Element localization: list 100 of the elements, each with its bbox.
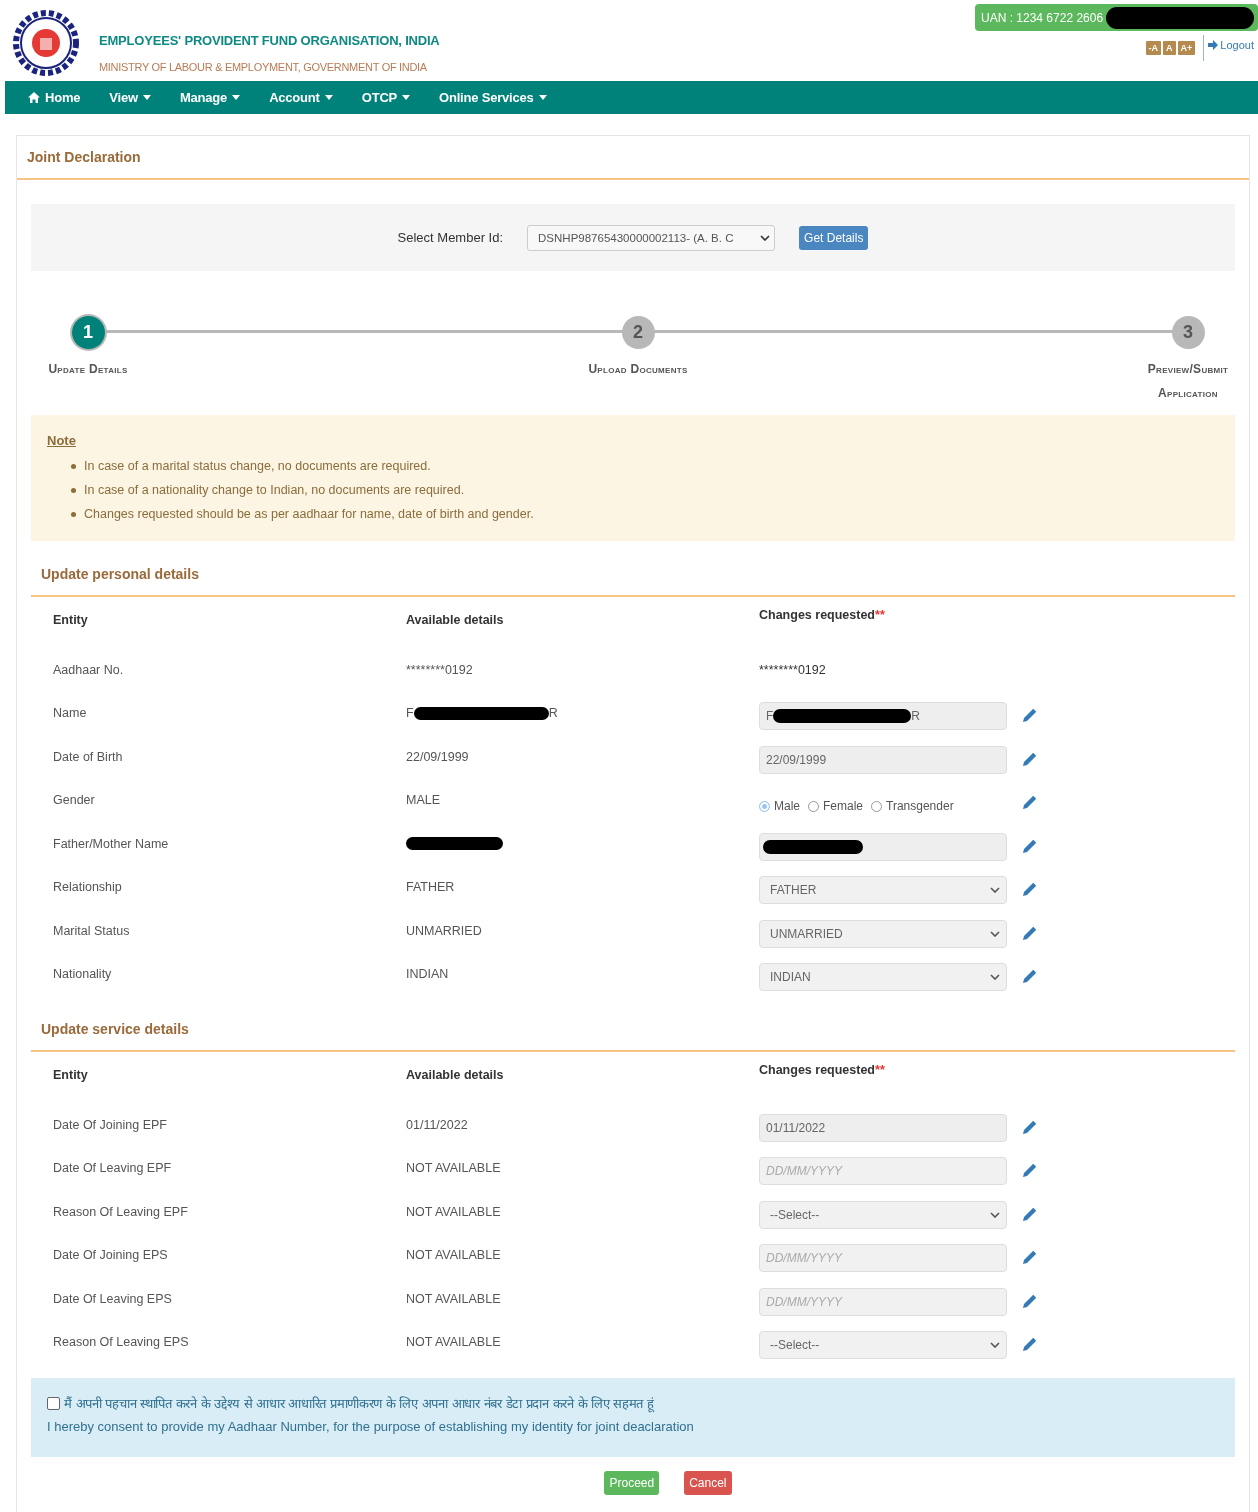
section-heading: Update personal details (31, 566, 1235, 597)
available-value: ********0192 (406, 662, 473, 677)
available-value: MALE (406, 793, 441, 808)
column-header: Entity (53, 613, 89, 627)
note-text: In case of a nationality change to Indian, no documents are required. (84, 483, 465, 497)
bullet-icon (71, 463, 76, 469)
emblem-logo (13, 10, 79, 76)
radio-label: Female (823, 799, 864, 814)
step-label: Preview/Submit Application (1146, 361, 1230, 402)
select-dropdown[interactable]: --Select-- (759, 1200, 1007, 1229)
column-header: Available details (406, 613, 505, 627)
available-value: NOT AVAILABLE (406, 1291, 501, 1306)
entity-label: Relationship (53, 880, 123, 895)
value-fragment: R (548, 706, 558, 721)
entity-label: Reason Of Leaving EPS (53, 1335, 190, 1350)
available-value: INDIAN (406, 967, 449, 982)
note-text: In case of a marital status change, no documents are required. (84, 459, 431, 473)
available-value: 22/09/1999 (406, 749, 469, 764)
section-heading: Update service details (31, 1021, 1235, 1052)
font-size-button[interactable]: A (1163, 41, 1176, 55)
step-label: Upload Documents (588, 361, 688, 378)
available-value: FATHER (406, 880, 455, 895)
font-size-button[interactable]: -A (1145, 41, 1162, 55)
select-dropdown[interactable]: --Select-- (759, 1331, 1007, 1360)
radio-label: Transgender (886, 799, 954, 814)
entity-label: Date Of Joining EPS (53, 1248, 169, 1263)
available-value: 01/11/2022 (406, 1117, 468, 1132)
ministry-subtitle: MINISTRY OF LABOUR & EMPLOYMENT, GOVERNMENT OF INDIA (99, 61, 428, 73)
available-value: NOT AVAILABLE (406, 1161, 501, 1176)
nav-menu-item[interactable]: Online Services (439, 90, 547, 105)
caret-icon (324, 95, 333, 100)
chevron-icon (990, 1342, 1000, 1349)
font-size-button[interactable]: A+ (1177, 41, 1196, 55)
get-details-button[interactable]: Get Details (799, 225, 869, 250)
value-fragment: F (406, 706, 414, 721)
caret-icon (402, 95, 411, 100)
caret-icon (538, 95, 547, 100)
radio-button[interactable] (759, 800, 770, 812)
chevron-icon (760, 234, 771, 241)
consent-text: I hereby consent to provide my Aadhaar Number, for the purpose of establishing my identity for joint deaclaration (47, 1419, 695, 1434)
logout-link[interactable]: Logout (1203, 35, 1258, 61)
organisation-title: EMPLOYEES' PROVIDENT FUND ORGANISATION, INDIA (99, 33, 440, 48)
radio-button[interactable] (871, 800, 883, 812)
nav-menu-item[interactable]: Manage (179, 90, 241, 105)
input-field[interactable] (759, 832, 1007, 861)
consent-checkbox[interactable] (47, 1396, 60, 1410)
input-field[interactable]: F R (759, 702, 1007, 731)
cancel-button[interactable]: Cancel (684, 1471, 732, 1495)
select-dropdown[interactable]: FATHER (759, 876, 1007, 905)
radio-button[interactable] (808, 800, 819, 812)
step-number: 2 (621, 316, 655, 349)
entity-label: Father/Mother Name (53, 836, 170, 851)
nav-menu-item[interactable]: View (109, 90, 151, 105)
available-value: NOT AVAILABLE (406, 1335, 501, 1350)
available-value: UNMARRIED (406, 923, 482, 938)
caret-icon (142, 95, 151, 100)
input-field[interactable]: 01/11/2022 (759, 1113, 1007, 1142)
entity-label: Reason Of Leaving EPF (53, 1204, 189, 1219)
consent-text-hindi: मैं अपनी पहचान स्थापित करने के उद्देश्य से आधार आधारित प्रमाणीकरण के लिए अपना आधार नंबर डेटा प्रदान करने के लिए सहमत हूं (64, 1395, 654, 1412)
available-value: NOT AVAILABLE (406, 1248, 501, 1263)
chevron-icon (990, 930, 1000, 937)
entity-label: Date Of Joining EPF (53, 1117, 168, 1132)
step-number: 3 (1171, 316, 1205, 349)
nav-menu-item[interactable]: OTCP (361, 90, 411, 105)
field-label: Select Member Id: (397, 230, 504, 245)
column-header: Changes requested** (759, 1063, 886, 1077)
panel-title: Joint Declaration (27, 149, 141, 165)
note-text: Changes requested should be as per aadhaar for name, date of birth and gender. (84, 507, 534, 521)
nav-menu-item[interactable]: Home (28, 90, 81, 105)
bullet-icon (71, 511, 76, 517)
select-dropdown[interactable]: UNMARRIED (759, 919, 1007, 948)
caret-icon (232, 95, 241, 100)
uan-text: UAN : 1234 6722 2606 (981, 10, 1104, 25)
requested-value: ********0192 (759, 662, 827, 677)
available-value: NOT AVAILABLE (406, 1204, 501, 1219)
radio-label: Male (774, 799, 800, 814)
nav-menu-item[interactable]: Account (269, 90, 333, 105)
step-label: Update Details (48, 361, 128, 378)
column-header: Changes requested** (759, 608, 886, 622)
bullet-icon (71, 487, 76, 493)
proceed-button[interactable]: Proceed (604, 1471, 660, 1495)
logout-icon (1208, 40, 1219, 50)
entity-label: Name (53, 706, 88, 721)
entity-label: Aadhaar No. (53, 662, 125, 677)
note-title: Note (47, 433, 77, 448)
chevron-icon (990, 974, 1000, 981)
chevron-icon (990, 887, 1000, 894)
select-dropdown[interactable]: INDIAN (759, 963, 1007, 992)
column-header: Entity (53, 1068, 89, 1082)
chevron-icon (990, 1211, 1000, 1218)
entity-label: Date Of Leaving EPS (53, 1291, 173, 1306)
step-number: 1 (71, 316, 105, 349)
entity-label: Date of Birth (53, 749, 124, 764)
entity-label: Nationality (53, 967, 113, 982)
input-field[interactable]: 22/09/1999 (759, 745, 1007, 774)
column-header: Available details (406, 1068, 505, 1082)
entity-label: Date Of Leaving EPF (53, 1161, 173, 1176)
member-id-dropdown[interactable]: DSNHP98765430000002113- (A. B. C (527, 224, 776, 251)
entity-label: Marital Status (53, 923, 131, 938)
entity-label: Gender (53, 793, 96, 808)
